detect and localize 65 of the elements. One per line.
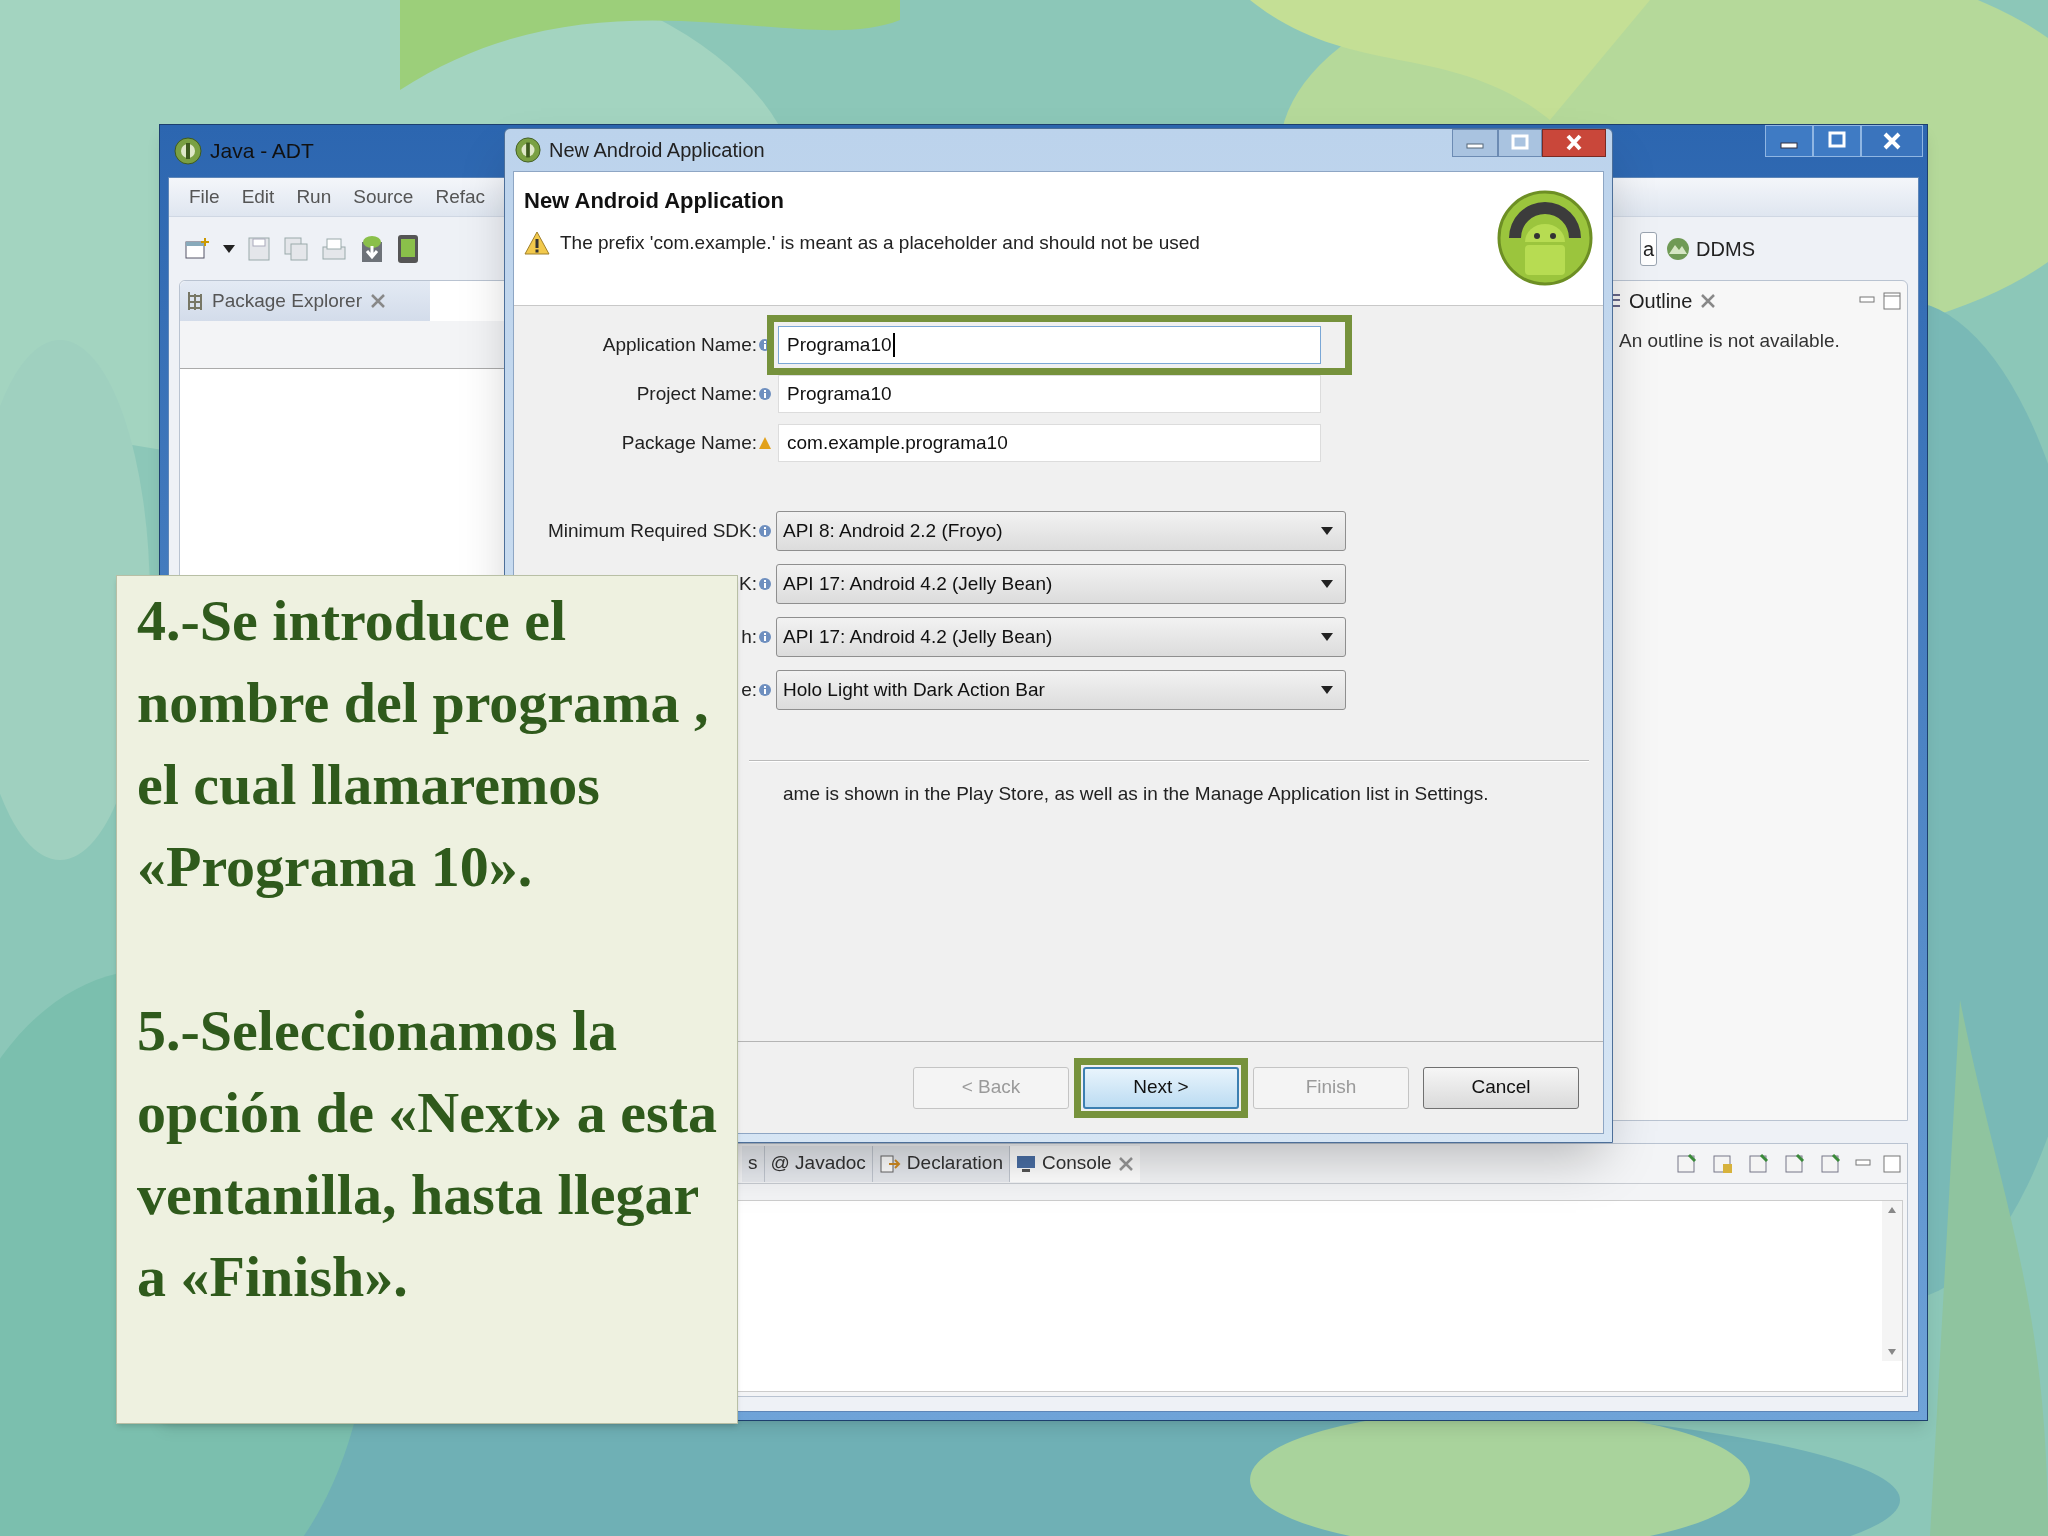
mountain-icon [1666, 236, 1691, 261]
input-field[interactable]: com.example.programa10 [778, 424, 1321, 462]
warning-message: The prefix 'com.example.' is meant as a placeholder and should not be used [560, 231, 1200, 255]
minimize-icon[interactable] [1765, 125, 1813, 157]
view-message: An outline is not available. [1618, 329, 1841, 353]
download-icon[interactable] [359, 233, 385, 264]
perspective-button[interactable]: a [1640, 231, 1658, 266]
new-item-icon[interactable] [183, 235, 211, 262]
input-field[interactable]: Programa10 [778, 326, 1321, 364]
field-label: Application Name: [602, 332, 757, 357]
minimize-icon[interactable] [1452, 129, 1498, 157]
perspective-button[interactable]: DDMS [1663, 231, 1758, 266]
dropdown[interactable]: API 17: Android 4.2 (Jelly Bean) [776, 617, 1346, 657]
dropdown[interactable]: API 17: Android 4.2 (Jelly Bean) [776, 564, 1346, 604]
dialog-heading: New Android Application [524, 187, 785, 215]
maximize-icon[interactable] [1498, 129, 1542, 157]
android-robot-icon [1497, 190, 1593, 286]
caret-icon [1321, 527, 1333, 535]
info-icon [759, 578, 771, 590]
menu-item[interactable]: Refac [435, 182, 486, 212]
close-icon[interactable] [1542, 129, 1606, 157]
description-text: ame is shown in the Play Store, as well as in the Manage Application list in Settings. [783, 782, 1490, 806]
warning-icon [524, 231, 550, 256]
info-icon [759, 525, 771, 537]
caret-icon [1321, 686, 1333, 694]
field-label: Project Name: [636, 381, 757, 406]
dialog-title: New Android Application [549, 138, 765, 163]
caption-text: 4.-Se introduce el nombre del programa , el cual llamaremos «Programa 10». [137, 587, 710, 901]
info-icon [759, 631, 771, 643]
caret-icon [1321, 633, 1333, 641]
field-label: h: [741, 624, 757, 649]
dropdown[interactable]: API 8: Android 2.2 (Froyo) [776, 511, 1346, 551]
window-title: Java - ADT [210, 138, 314, 165]
package-icon [186, 290, 204, 312]
menu-item[interactable]: Source [353, 182, 414, 212]
view-tab[interactable]: Outline [1629, 286, 1693, 316]
field-label: K: [739, 571, 757, 596]
monitor-icon [1015, 1153, 1036, 1174]
dialog-button[interactable]: Next > [1083, 1066, 1239, 1109]
field-label: Package Name: [621, 430, 757, 455]
info-icon [759, 684, 771, 696]
view-tab[interactable]: Console [1009, 1145, 1140, 1182]
maximize-icon[interactable] [1813, 125, 1861, 157]
input-field[interactable]: Programa10 [778, 375, 1321, 413]
caret-icon [1321, 580, 1333, 588]
maximize-icon[interactable] [1883, 292, 1901, 310]
dialog-button[interactable]: Cancel [1423, 1066, 1579, 1109]
document-arrow-icon [878, 1153, 901, 1174]
phone-icon[interactable] [397, 233, 419, 264]
view-tab[interactable]: s [742, 1145, 765, 1182]
text-cursor [892, 333, 895, 357]
view-tab[interactable]: Declaration [872, 1145, 1010, 1182]
field-label: Minimum Required SDK: [547, 518, 757, 543]
save-icon[interactable] [247, 235, 271, 262]
maximize-icon[interactable] [1883, 1154, 1901, 1173]
caption-text: 5.-Seleccionamos la opción de «Next» a esta ventanilla, hasta llegar a «Finish». [137, 997, 718, 1311]
dropdown[interactable]: Holo Light with Dark Action Bar [776, 670, 1346, 710]
field-label: e: [741, 677, 757, 702]
view-tab[interactable]: @ Javadoc [764, 1145, 873, 1182]
close-icon[interactable] [1861, 125, 1923, 157]
menu-item[interactable]: Run [296, 182, 332, 212]
menu-item[interactable]: File [189, 182, 220, 212]
menu-item[interactable]: Edit [241, 182, 275, 212]
scrollbar-icon[interactable] [1882, 1201, 1902, 1361]
caret-icon[interactable] [223, 244, 235, 253]
